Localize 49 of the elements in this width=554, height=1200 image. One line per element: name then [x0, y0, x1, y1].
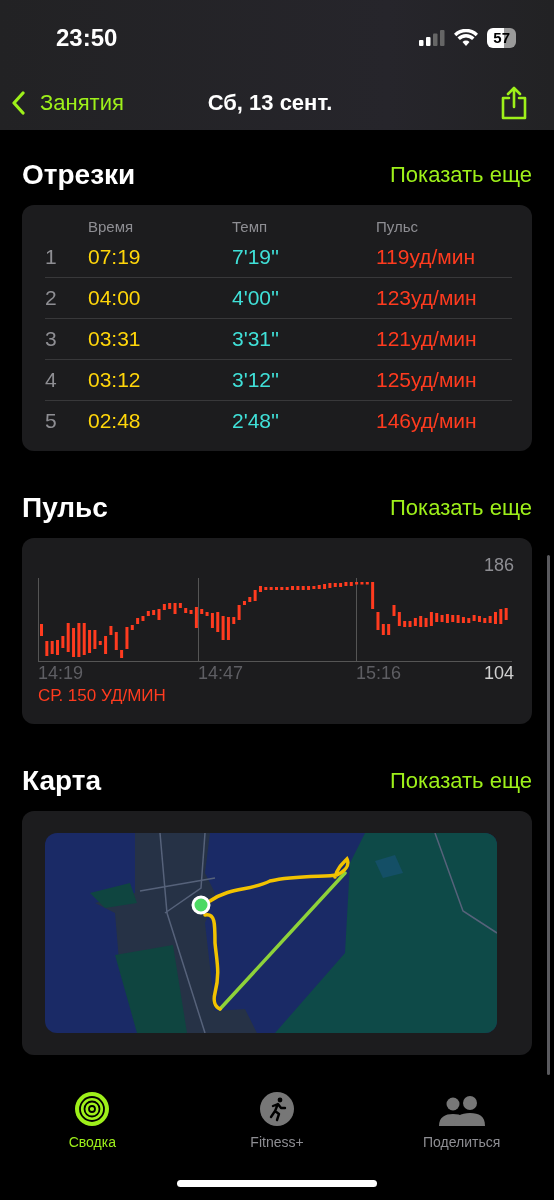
- split-pace: 4'00'': [232, 286, 281, 310]
- time-label: 14:19: [38, 662, 85, 684]
- tab-button[interactable]: Поделиться: [369, 1088, 554, 1150]
- show-more-link[interactable]: Показать еще: [390, 162, 532, 188]
- split-heart-rate: 119уд/мин: [376, 245, 477, 269]
- signal-icon: [419, 29, 446, 46]
- battery-icon: 57: [487, 27, 516, 48]
- split-heart-rate: 125уд/мин: [376, 368, 478, 392]
- split-time: 03:12: [88, 368, 142, 392]
- section-title: Отрезки: [22, 159, 136, 191]
- show-more-link[interactable]: Показать еще: [390, 495, 532, 521]
- chevron-left-icon: [12, 90, 26, 115]
- split-number: 2: [45, 286, 58, 310]
- tab-button[interactable]: Сводка: [0, 1088, 185, 1150]
- tab-button[interactable]: Fitness+: [184, 1088, 370, 1150]
- split-pace: 2'48'': [232, 409, 281, 433]
- activity-rings-icon: [75, 1092, 110, 1126]
- axis-label: 186: [483, 554, 514, 576]
- share-icon[interactable]: [500, 85, 528, 120]
- split-pace: 3'31'': [232, 327, 281, 351]
- back-button[interactable]: Занятия: [12, 89, 124, 116]
- split-time: 07:19: [88, 245, 142, 269]
- split-number: 4: [45, 368, 58, 392]
- split-pace: 7'19'': [232, 245, 281, 269]
- split-time: 04:00: [88, 286, 142, 310]
- section-title: Пульс: [22, 492, 108, 524]
- wifi-icon: [454, 29, 479, 46]
- status-time: 23:50: [56, 23, 118, 52]
- split-number: 3: [45, 327, 58, 351]
- column-header: Пульс: [376, 217, 420, 235]
- split-number: 5: [45, 409, 58, 433]
- split-pace: 3'12'': [232, 368, 281, 392]
- runner-icon: [260, 1092, 294, 1126]
- split-time: 02:48: [88, 409, 142, 433]
- split-heart-rate: 121уд/мин: [376, 327, 478, 351]
- column-header: Темп: [232, 217, 269, 235]
- column-header: Время: [88, 217, 135, 235]
- axis-label: 104: [483, 662, 514, 684]
- show-more-link[interactable]: Показать еще: [390, 768, 532, 794]
- time-label: 15:16: [356, 662, 403, 684]
- people-icon: [438, 1096, 485, 1126]
- split-heart-rate: 146уд/мин: [376, 409, 478, 433]
- split-time: 03:31: [88, 327, 142, 351]
- average-heart-rate: СР. 150 УД/МИН: [38, 685, 167, 707]
- nav-title: Сб, 13 сент.: [207, 89, 333, 116]
- time-label: 14:47: [198, 662, 245, 684]
- split-number: 1: [45, 245, 58, 269]
- section-title: Карта: [22, 765, 102, 797]
- split-heart-rate: 123уд/мин: [376, 286, 478, 310]
